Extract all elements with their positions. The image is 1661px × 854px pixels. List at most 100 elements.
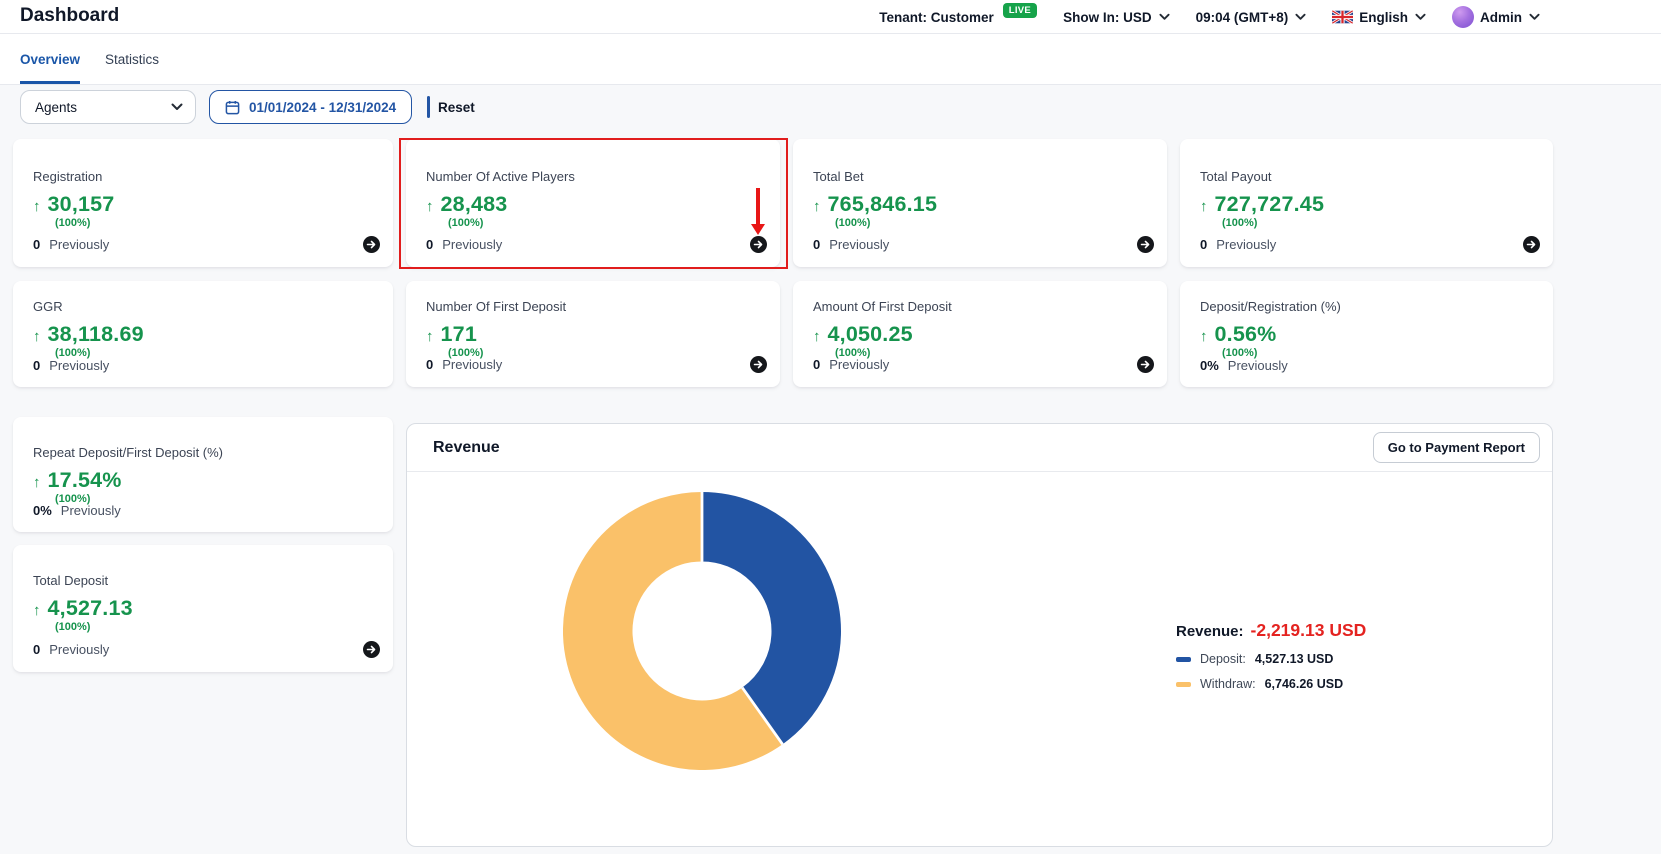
stat-card-value: 727,727.45 xyxy=(1215,192,1325,217)
withdraw-swatch xyxy=(1176,682,1191,687)
top-bar: Dashboard Tenant: Customer LIVE Show In:… xyxy=(0,0,1661,34)
revenue-total-row: Revenue: -2,219.13 USD xyxy=(1176,620,1366,641)
stat-card-registration: Registration ↑30,157 (100%) 0Previously xyxy=(13,139,393,267)
stat-card-title: Number Of First Deposit xyxy=(426,299,760,314)
chevron-down-icon xyxy=(1159,13,1170,21)
dashboard-page: Dashboard Tenant: Customer LIVE Show In:… xyxy=(0,0,1661,854)
stat-card-percent: (100%) xyxy=(1222,217,1533,229)
trend-up-icon: ↑ xyxy=(1200,198,1208,215)
previous-value: 0 xyxy=(33,642,40,657)
go-to-detail-icon[interactable] xyxy=(750,236,767,253)
stat-card-total-payout: Total Payout ↑727,727.45 (100%) 0Previou… xyxy=(1180,139,1553,267)
revenue-panel-header: Revenue Go to Payment Report xyxy=(407,424,1552,472)
tenant-label: Tenant: Customer xyxy=(879,10,994,25)
time-label: 09:04 (GMT+8) xyxy=(1196,10,1289,25)
go-to-detail-icon[interactable] xyxy=(750,356,767,373)
stat-card-value: 17.54% xyxy=(48,468,122,493)
chevron-down-icon xyxy=(1415,13,1426,21)
filter-divider xyxy=(427,96,430,118)
chevron-down-icon xyxy=(1529,13,1540,21)
trend-up-icon: ↑ xyxy=(813,198,821,215)
reset-button[interactable]: Reset xyxy=(438,90,475,124)
revenue-legend: Revenue: -2,219.13 USD Deposit: 4,527.13… xyxy=(1176,620,1366,691)
tab-statistics[interactable]: Statistics xyxy=(105,34,159,84)
previous-value: 0 xyxy=(813,237,820,252)
withdraw-label: Withdraw: xyxy=(1200,677,1256,691)
go-to-payment-report-button[interactable]: Go to Payment Report xyxy=(1373,432,1540,463)
stat-card-title: GGR xyxy=(33,299,373,314)
stat-card-value: 30,157 xyxy=(48,192,115,217)
stat-card-value: 28,483 xyxy=(441,192,508,217)
stat-card-total-bet: Total Bet ↑ 765,846.15 (100%) 0 Previously xyxy=(793,139,1167,267)
previous-label: Previously xyxy=(49,358,109,373)
revenue-panel-body: Revenue: -2,219.13 USD Deposit: 4,527.13… xyxy=(407,472,1552,846)
language-label: English xyxy=(1359,10,1408,25)
stat-card-title: Total Bet xyxy=(813,169,1147,184)
trend-up-icon: ↑ xyxy=(33,602,41,619)
deposit-value: 4,527.13 USD xyxy=(1255,652,1334,666)
trend-up-icon: ↑ xyxy=(426,328,434,345)
legend-item-deposit: Deposit: 4,527.13 USD xyxy=(1176,652,1366,666)
top-bar-right: Tenant: Customer LIVE Show In: USD 09:04… xyxy=(879,0,1540,34)
stat-card-percent: (100%) xyxy=(448,217,760,229)
stat-card-number-of-active-players: Number Of Active Players ↑28,483 (100%) … xyxy=(406,139,780,267)
trend-up-icon: ↑ xyxy=(33,328,41,345)
previous-value: 0 xyxy=(33,237,40,252)
date-range-picker[interactable]: 01/01/2024 - 12/31/2024 xyxy=(209,90,412,124)
stat-card-title: Repeat Deposit/First Deposit (%) xyxy=(33,445,373,460)
stat-card-ggr: GGR ↑38,118.69 (100%) 0Previously xyxy=(13,281,393,387)
revenue-donut-chart xyxy=(563,492,841,770)
previous-label: Previously xyxy=(829,237,889,252)
stat-card-title: Registration xyxy=(33,169,373,184)
go-to-detail-icon[interactable] xyxy=(1137,356,1154,373)
stat-card-value: 0.56% xyxy=(1215,322,1277,347)
stat-card-number-of-first-deposit: Number Of First Deposit ↑171 (100%) 0Pre… xyxy=(406,281,780,387)
tab-overview[interactable]: Overview xyxy=(20,34,80,84)
language-dropdown[interactable]: English xyxy=(1332,10,1426,25)
currency-dropdown[interactable]: Show In: USD xyxy=(1063,10,1170,25)
previous-value: 0% xyxy=(33,503,52,518)
revenue-panel: Revenue Go to Payment Report Revenue: -2… xyxy=(406,423,1553,847)
legend-item-withdraw: Withdraw: 6,746.26 USD xyxy=(1176,677,1366,691)
chevron-down-icon xyxy=(171,103,183,111)
stat-card-value: 171 xyxy=(441,322,477,347)
trend-up-icon: ↑ xyxy=(426,198,434,215)
trend-up-icon: ↑ xyxy=(33,474,41,491)
stat-card-amount-of-first-deposit: Amount Of First Deposit ↑4,050.25 (100%)… xyxy=(793,281,1167,387)
go-to-detail-icon[interactable] xyxy=(363,641,380,658)
stat-card-value: 4,527.13 xyxy=(48,596,133,621)
deposit-swatch xyxy=(1176,657,1191,662)
user-label: Admin xyxy=(1480,10,1522,25)
previous-label: Previously xyxy=(829,357,889,372)
previous-label: Previously xyxy=(442,357,502,372)
stat-card-value: 4,050.25 xyxy=(828,322,913,347)
stat-card-value: 765,846.15 xyxy=(828,192,938,217)
stat-card-title: Total Payout xyxy=(1200,169,1533,184)
previous-value: 0 xyxy=(1200,237,1207,252)
timezone-dropdown[interactable]: 09:04 (GMT+8) xyxy=(1196,10,1307,25)
trend-up-icon: ↑ xyxy=(1200,328,1208,345)
agents-select[interactable]: Agents xyxy=(20,90,196,124)
stat-card-repeat-deposit-first-deposit: Repeat Deposit/First Deposit (%) ↑ 17.54%… xyxy=(13,417,393,532)
previous-label: Previously xyxy=(1228,358,1288,373)
user-menu-dropdown[interactable]: Admin xyxy=(1452,6,1540,28)
previous-label: Previously xyxy=(49,642,109,657)
go-to-detail-icon[interactable] xyxy=(1523,236,1540,253)
tab-bar: Overview Statistics xyxy=(0,34,1661,85)
stat-card-title: Deposit/Registration (%) xyxy=(1200,299,1533,314)
go-to-detail-icon[interactable] xyxy=(1137,236,1154,253)
stat-card-percent: (100%) xyxy=(55,621,373,633)
stat-card-percent: (100%) xyxy=(835,217,1147,229)
agents-select-value: Agents xyxy=(35,100,77,115)
trend-up-icon: ↑ xyxy=(813,328,821,345)
chevron-down-icon xyxy=(1295,13,1306,21)
date-range-value: 01/01/2024 - 12/31/2024 xyxy=(249,100,396,115)
tenant-indicator: Tenant: Customer LIVE xyxy=(879,10,1037,25)
uk-flag-icon xyxy=(1332,10,1353,24)
previous-value: 0 xyxy=(33,358,40,373)
stat-card-title: Number Of Active Players xyxy=(426,169,760,184)
calendar-icon xyxy=(225,100,240,115)
go-to-detail-icon[interactable] xyxy=(363,236,380,253)
currency-label: Show In: USD xyxy=(1063,10,1152,25)
stat-card-title: Total Deposit xyxy=(33,573,373,588)
